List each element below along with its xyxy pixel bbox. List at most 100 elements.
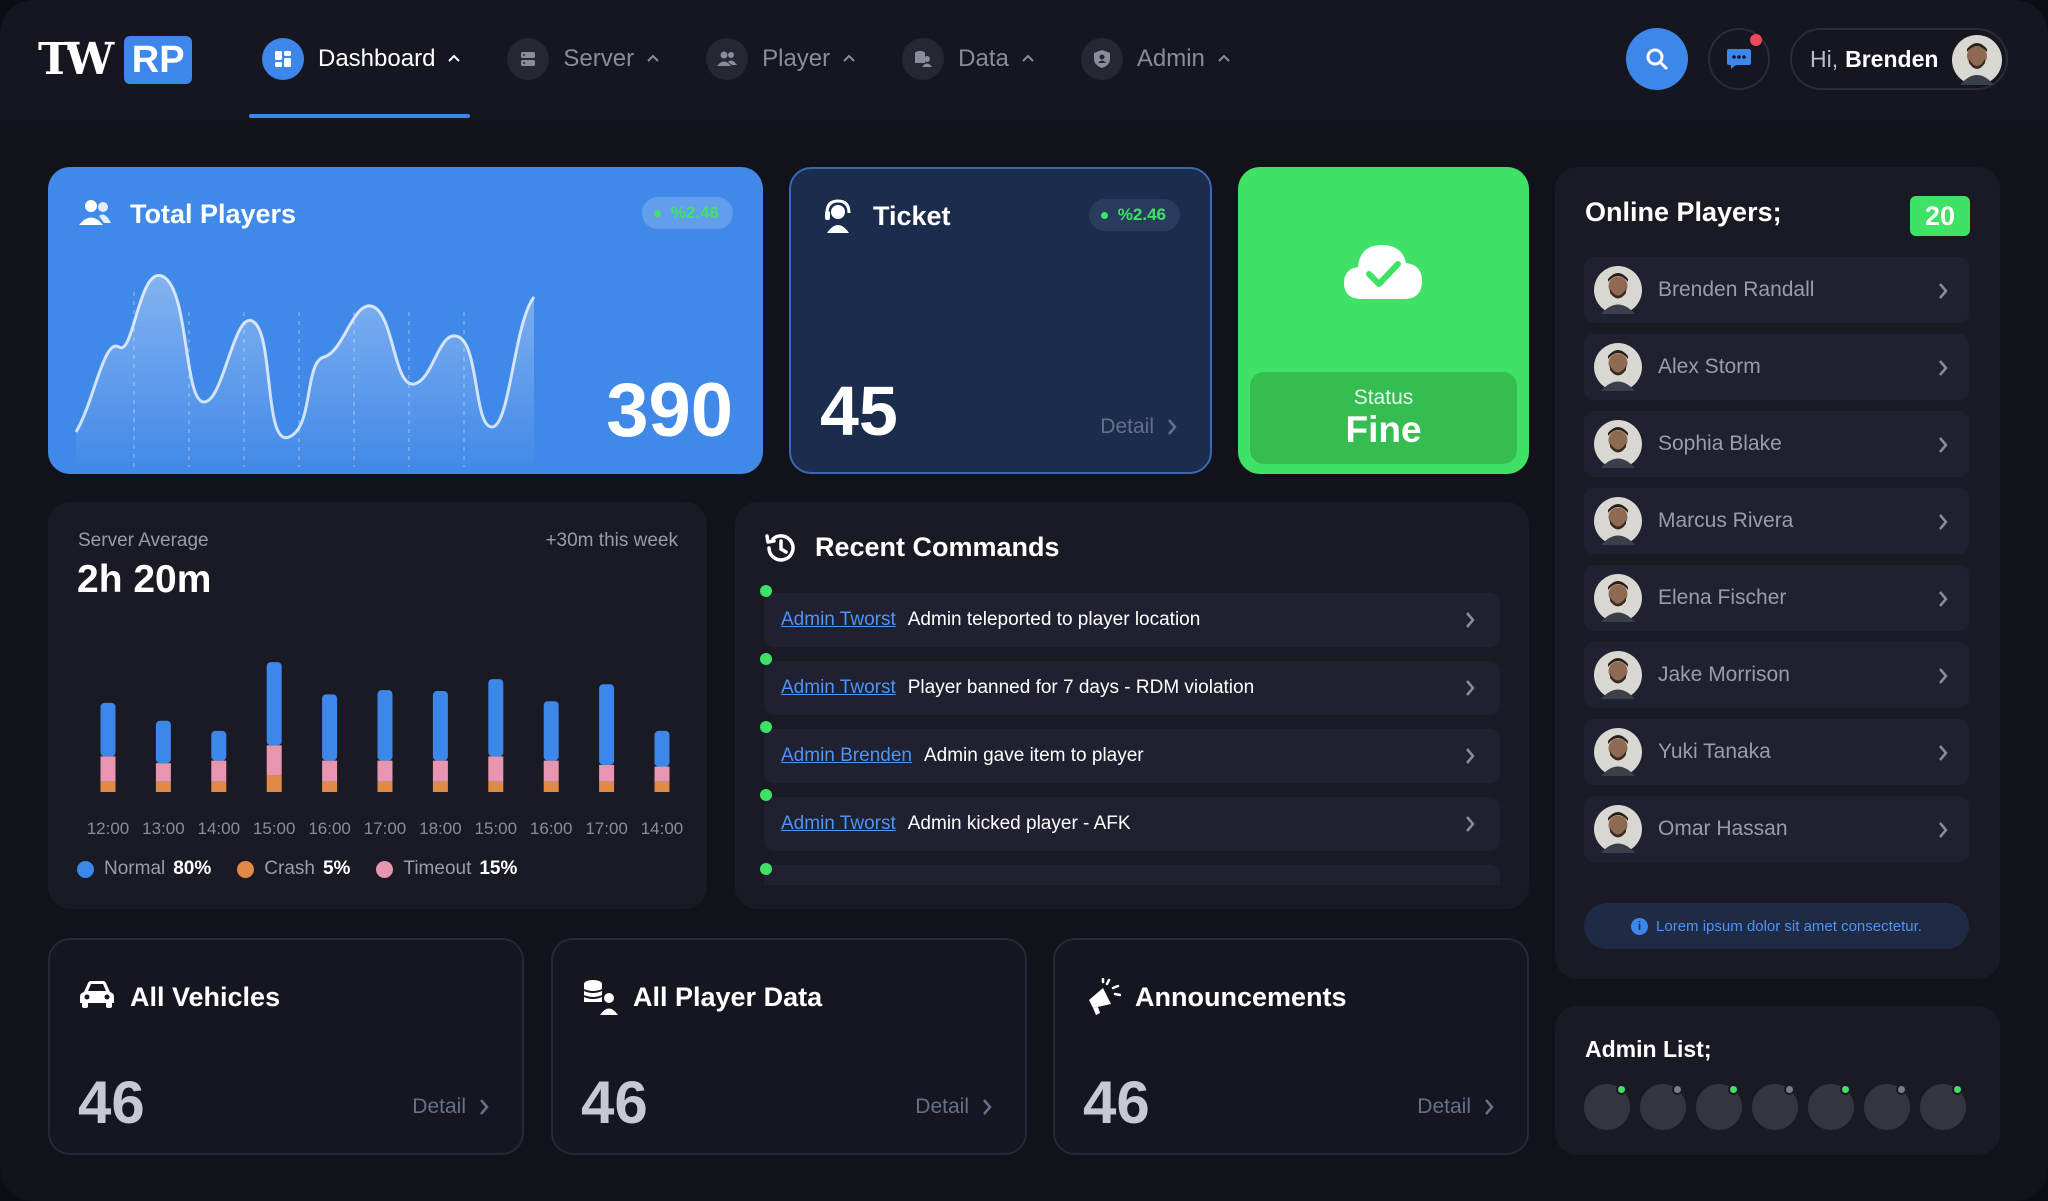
online-player-row[interactable]: Yuki Tanaka [1584, 719, 1969, 785]
nav-data[interactable]: Data [902, 36, 1035, 82]
server-status-card: Status Fine [1238, 167, 1529, 474]
user-greeting: Hi, [1810, 45, 1839, 72]
app-frame: TW RP Dashboard Server Player Data Admin… [0, 0, 2048, 1201]
admin-avatar[interactable] [1864, 1084, 1910, 1130]
legend-label: Timeout [403, 858, 472, 879]
ticket-detail-link[interactable]: Detail [1100, 415, 1178, 439]
server-icon [507, 38, 550, 80]
status-value: Fine [1345, 409, 1422, 450]
command-row[interactable]: Admin Tworst Admin kicked player - AFK [760, 789, 1500, 851]
card-title: All Vehicles [130, 982, 281, 1012]
announcements-detail-link[interactable]: Detail [1417, 1095, 1495, 1119]
status-dot [760, 789, 772, 801]
user-menu[interactable]: Hi, Brenden [1790, 28, 2008, 90]
bar-timeout [432, 760, 448, 782]
bar-normal [654, 730, 670, 767]
chevron-right-icon [1466, 680, 1475, 696]
nav-admin[interactable]: Admin [1080, 36, 1231, 82]
growth-badge: %2.46 [641, 197, 733, 229]
status-dot [760, 721, 772, 733]
announcements-card[interactable]: Announcements 46 Detail [1053, 938, 1529, 1155]
car-icon [80, 981, 114, 1008]
status-dot [760, 653, 772, 665]
legend-normal: Normal 80% [77, 858, 211, 880]
legend-label: Normal [104, 858, 166, 879]
online-player-row[interactable]: Sophia Blake [1584, 411, 1969, 477]
card-title: Ticket [873, 201, 951, 231]
total-players-card[interactable]: Total Players %2.46 390 [48, 167, 763, 474]
bar-timeout [155, 763, 171, 782]
card-value: 46 [581, 1069, 648, 1136]
player-name: Yuki Tanaka [1658, 740, 1771, 763]
bar-crash [432, 781, 448, 792]
online-player-row[interactable]: Brenden Randall [1584, 257, 1969, 323]
info-banner: i Lorem ipsum dolor sit amet consectetur… [1584, 903, 1969, 949]
x-tick-label: 15:00 [253, 819, 296, 838]
nav-server[interactable]: Server [507, 36, 660, 82]
chevron-up-icon [1021, 50, 1035, 68]
admin-avatar[interactable] [1696, 1084, 1742, 1130]
avatar [1594, 420, 1642, 468]
command-row[interactable]: Admin Tworst Admin teleported to player … [760, 585, 1500, 647]
ticket-value: 45 [820, 372, 898, 450]
command-message: Admin gave item to player [923, 745, 1144, 766]
bar-timeout [654, 766, 670, 782]
admin-link[interactable]: Admin Tworst [781, 813, 896, 835]
player-data-detail-link[interactable]: Detail [915, 1095, 993, 1119]
admin-avatar[interactable] [1640, 1084, 1686, 1130]
bar-crash [266, 775, 282, 792]
server-bar-chart: 12:00 13:00 14:00 15:00 16:00 17:00 18:00 15:00… [87, 662, 684, 838]
online-player-row[interactable]: Jake Morrison [1584, 642, 1969, 708]
dashboard-icon [262, 38, 304, 80]
user-name: Brenden [1845, 45, 1939, 72]
search-icon [1646, 48, 1668, 70]
online-player-row[interactable]: Elena Fischer [1584, 565, 1969, 631]
chat-button[interactable] [1708, 28, 1770, 90]
chevron-up-icon [646, 50, 660, 68]
data-icon [902, 38, 945, 80]
bar-crash [543, 781, 559, 792]
server-average-label: Server Average [78, 530, 209, 551]
badge-text: %2.46 [670, 203, 719, 222]
nav-player[interactable]: Player [706, 36, 856, 82]
bar-crash [100, 781, 116, 792]
all-vehicles-card[interactable]: All Vehicles 46 Detail [48, 938, 524, 1155]
online-player-row[interactable]: Omar Hassan [1584, 796, 1969, 862]
admin-avatar[interactable] [1920, 1084, 1966, 1130]
info-icon: i [1631, 917, 1649, 935]
card-title: All Player Data [633, 982, 823, 1012]
admin-avatar[interactable] [1808, 1084, 1854, 1130]
online-player-row[interactable]: Marcus Rivera [1584, 488, 1969, 554]
vehicles-detail-link[interactable]: Detail [412, 1095, 490, 1119]
ticket-card[interactable]: Ticket %2.46 45 Detail [789, 167, 1212, 474]
bar-crash [322, 781, 338, 792]
command-row[interactable]: Admin Tworst Player banned for 7 days - … [760, 653, 1500, 715]
search-button[interactable] [1626, 28, 1688, 90]
all-player-data-card[interactable]: All Player Data 46 Detail [551, 938, 1027, 1155]
chevron-right-icon [1939, 668, 1948, 684]
detail-label: Detail [412, 1095, 466, 1118]
x-tick-label: 18:00 [419, 819, 462, 838]
users-icon [79, 200, 111, 225]
command-message: Admin kicked player - AFK [907, 813, 1131, 834]
card-value: 46 [1083, 1069, 1150, 1136]
bar-normal [322, 694, 338, 761]
nav-label: Admin [1136, 45, 1205, 72]
logo[interactable]: TW RP [38, 36, 193, 84]
player-name: Marcus Rivera [1658, 509, 1794, 532]
x-tick-label: 14:00 [641, 819, 684, 838]
online-player-row[interactable]: Alex Storm [1584, 334, 1969, 400]
admin-link[interactable]: Admin Brenden [781, 745, 912, 767]
admin-avatar[interactable] [1584, 1084, 1630, 1130]
nav-dashboard[interactable]: Dashboard [262, 36, 461, 82]
admin-avatar[interactable] [1752, 1084, 1798, 1130]
admin-link[interactable]: Admin Tworst [781, 677, 896, 699]
command-row[interactable]: Admin Brenden Admin gave item to player [760, 721, 1500, 783]
chart-legend: Normal 80% Crash 5% Timeout 15% [77, 858, 517, 880]
admin-link[interactable]: Admin Tworst [781, 609, 896, 631]
avatar [1594, 574, 1642, 622]
detail-label: Detail [915, 1095, 969, 1118]
chevron-right-icon [1939, 514, 1948, 530]
avatar [1594, 805, 1642, 853]
command-message: Admin teleported to player location [907, 609, 1201, 630]
